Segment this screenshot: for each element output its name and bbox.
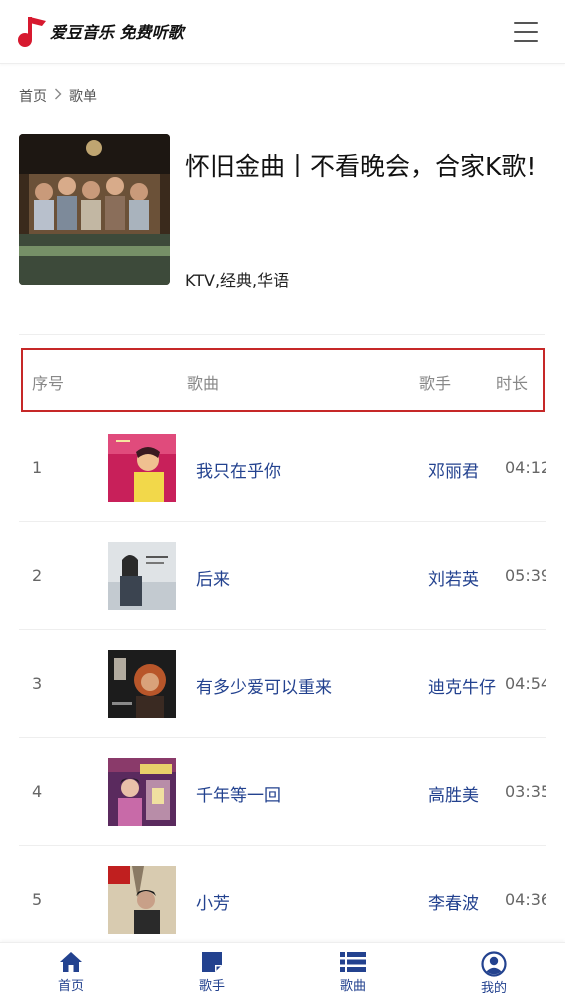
logo-text: 爱豆音乐 免费听歌: [50, 23, 184, 42]
song-row[interactable]: 3 有多少爱可以重来 迪克牛仔 04:54: [19, 630, 546, 738]
song-table-header: 序号 歌曲 歌手 时长: [21, 348, 545, 412]
nav-mine[interactable]: 我的: [454, 951, 534, 996]
nav-songs-label: 歌曲: [339, 979, 366, 994]
song-cover[interactable]: [108, 542, 176, 610]
singer-name[interactable]: 刘若英: [428, 565, 479, 590]
breadcrumb-current: 歌单: [69, 89, 97, 105]
header-duration: 时长: [496, 374, 529, 393]
singer-name[interactable]: 邓丽君: [428, 457, 479, 482]
song-title[interactable]: 我只在乎你: [196, 457, 281, 482]
song-cover[interactable]: [108, 434, 176, 502]
user-icon: [481, 951, 507, 977]
singer-name[interactable]: 高胜美: [428, 781, 479, 806]
song-duration: 05:39: [505, 566, 546, 585]
song-duration: 04:36: [505, 890, 546, 909]
song-row[interactable]: 2 后来 刘若英 05:39: [19, 522, 546, 630]
playlist-cover: [19, 134, 170, 285]
row-index: 1: [32, 458, 43, 477]
nav-home-label: 首页: [57, 979, 84, 994]
chevron-right-icon: [54, 88, 62, 104]
song-title[interactable]: 千年等一回: [196, 781, 281, 806]
row-index: 3: [32, 674, 43, 693]
song-duration: 04:54: [505, 674, 546, 693]
list-icon: [340, 952, 366, 972]
home-icon: [60, 952, 82, 972]
song-list: 1 我只在乎你 邓丽君 04:12 2: [19, 414, 565, 954]
header-singer: 歌手: [419, 374, 452, 393]
breadcrumb: 首页 歌单: [19, 86, 97, 106]
song-title[interactable]: 有多少爱可以重来: [196, 673, 332, 698]
hamburger-menu-icon[interactable]: [512, 20, 540, 44]
row-index: 2: [32, 566, 43, 585]
song-cover[interactable]: [108, 758, 176, 826]
singer-name[interactable]: 迪克牛仔: [428, 673, 496, 698]
song-duration: 04:12: [505, 458, 546, 477]
song-cover[interactable]: [108, 866, 176, 934]
song-duration: 03:35: [505, 782, 546, 801]
song-row[interactable]: 1 我只在乎你 邓丽君 04:12: [19, 414, 546, 522]
logo[interactable]: 爱豆音乐 免费听歌: [16, 14, 184, 48]
header-song: 歌曲: [187, 374, 220, 393]
playlist-title: 怀旧金曲丨不看晚会，合家K歌!: [185, 152, 537, 181]
nav-singer[interactable]: 歌手: [172, 951, 252, 994]
row-index: 4: [32, 782, 43, 801]
nav-mine-label: 我的: [480, 981, 507, 996]
app-header: 爱豆音乐 免费听歌: [0, 0, 565, 64]
music-note-icon: [18, 17, 46, 47]
bottom-nav: 首页 歌手 歌曲 我的: [0, 942, 565, 1004]
song-cover[interactable]: [108, 650, 176, 718]
singer-name[interactable]: 李春波: [428, 889, 479, 914]
playlist-tags: KTV,经典,华语: [185, 271, 290, 290]
nav-home[interactable]: 首页: [31, 951, 111, 994]
song-title[interactable]: 后来: [196, 565, 230, 590]
nav-singer-label: 歌手: [198, 979, 225, 994]
song-row[interactable]: 4 千年等一回 高胜美 03:35: [19, 738, 546, 846]
song-row[interactable]: 5 小芳 李春波 04:36: [19, 846, 546, 954]
breadcrumb-home[interactable]: 首页: [19, 86, 47, 106]
divider: [19, 334, 545, 335]
singer-icon: [202, 952, 222, 972]
nav-songs[interactable]: 歌曲: [313, 951, 393, 994]
song-title[interactable]: 小芳: [196, 889, 230, 914]
row-index: 5: [32, 890, 43, 909]
header-index: 序号: [32, 374, 65, 393]
